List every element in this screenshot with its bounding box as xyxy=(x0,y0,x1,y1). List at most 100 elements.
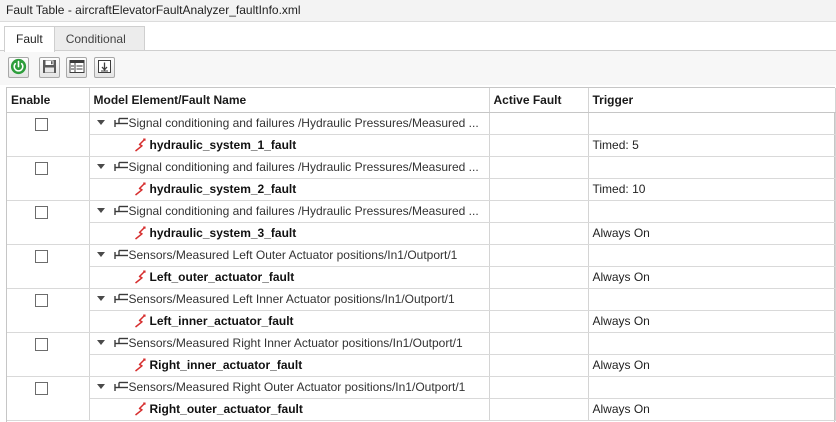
fault-row[interactable]: Right_inner_actuator_fault Always On xyxy=(7,354,836,377)
signal-port-icon xyxy=(113,293,129,305)
enable-checkbox[interactable] xyxy=(35,338,48,352)
fault-name-cell: hydraulic_system_2_fault xyxy=(89,178,490,201)
model-element-cell: Sensors/Measured Right Inner Actuator po… xyxy=(89,332,490,355)
tab-conditional[interactable]: Conditional xyxy=(53,26,145,51)
fault-bolt-icon xyxy=(134,358,147,372)
enable-cell-blank xyxy=(7,310,90,333)
active-fault-cell[interactable] xyxy=(489,354,589,377)
model-element-cell: Sensors/Measured Right Outer Actuator po… xyxy=(89,376,490,399)
model-element-row[interactable]: Signal conditioning and failures /Hydrau… xyxy=(7,112,836,135)
fault-bolt-icon xyxy=(134,226,147,240)
enable-cell xyxy=(7,200,90,222)
trigger-cell[interactable]: Timed: 10 xyxy=(588,178,836,201)
trigger-cell[interactable]: Timed: 5 xyxy=(588,134,836,157)
fault-bolt-icon xyxy=(134,270,147,284)
toolbar xyxy=(0,50,836,85)
fault-bolt-icon xyxy=(134,138,147,152)
import-button[interactable] xyxy=(94,57,115,78)
table-view-button[interactable] xyxy=(66,57,87,78)
enable-checkbox[interactable] xyxy=(35,118,48,132)
active-fault-cell[interactable] xyxy=(489,222,589,245)
model-element-row[interactable]: Sensors/Measured Right Outer Actuator po… xyxy=(7,376,836,399)
column-header-trigger[interactable]: Trigger xyxy=(588,88,836,113)
expand-collapse-icon[interactable] xyxy=(97,119,106,128)
enable-checkbox[interactable] xyxy=(35,250,48,264)
trigger-cell xyxy=(588,288,836,311)
trigger-cell xyxy=(588,332,836,355)
model-element-row[interactable]: Sensors/Measured Right Inner Actuator po… xyxy=(7,332,836,355)
expand-collapse-icon[interactable] xyxy=(97,163,106,172)
table-header-row: Enable Model Element/Fault Name Active F… xyxy=(7,88,836,113)
model-element-path: Signal conditioning and failures /Hydrau… xyxy=(128,116,479,130)
enable-cell-blank xyxy=(7,398,90,421)
active-fault-cell[interactable] xyxy=(489,178,589,201)
fault-name-cell: Right_inner_actuator_fault xyxy=(89,354,490,377)
signal-port-icon xyxy=(113,381,129,393)
signal-port-icon xyxy=(113,161,129,173)
model-element-row[interactable]: Signal conditioning and failures /Hydrau… xyxy=(7,200,836,223)
model-element-path: Sensors/Measured Right Outer Actuator po… xyxy=(128,380,466,394)
trigger-cell[interactable]: Always On xyxy=(588,222,836,245)
enable-checkbox[interactable] xyxy=(35,294,48,308)
fault-name-cell: Left_outer_actuator_fault xyxy=(89,266,490,289)
model-element-row[interactable]: Sensors/Measured Left Inner Actuator pos… xyxy=(7,288,836,311)
trigger-cell[interactable]: Always On xyxy=(588,310,836,333)
enable-cell xyxy=(7,376,90,398)
enable-faults-button[interactable] xyxy=(8,57,29,78)
trigger-cell xyxy=(588,376,836,399)
fault-name[interactable]: Right_inner_actuator_fault xyxy=(150,358,303,372)
model-element-row[interactable]: Sensors/Measured Left Outer Actuator pos… xyxy=(7,244,836,267)
fault-name[interactable]: Left_inner_actuator_fault xyxy=(150,314,294,328)
fault-row[interactable]: hydraulic_system_1_fault Timed: 5 xyxy=(7,134,836,157)
enable-checkbox[interactable] xyxy=(35,206,48,220)
fault-name-cell: Right_outer_actuator_fault xyxy=(89,398,490,421)
model-element-cell: Signal conditioning and failures /Hydrau… xyxy=(89,200,490,223)
column-header-enable[interactable]: Enable xyxy=(7,88,90,113)
fault-row[interactable]: hydraulic_system_3_fault Always On xyxy=(7,222,836,245)
enable-cell xyxy=(7,332,90,354)
tab-fault[interactable]: Fault xyxy=(4,26,55,52)
active-fault-cell[interactable] xyxy=(489,398,589,421)
expand-collapse-icon[interactable] xyxy=(97,383,106,392)
model-element-row[interactable]: Signal conditioning and failures /Hydrau… xyxy=(7,156,836,179)
fault-row[interactable]: Right_outer_actuator_fault Always On xyxy=(7,398,836,421)
trigger-cell xyxy=(588,200,836,223)
expand-collapse-icon[interactable] xyxy=(97,251,106,260)
enable-checkbox[interactable] xyxy=(35,162,48,176)
fault-name[interactable]: hydraulic_system_1_fault xyxy=(150,138,297,152)
trigger-cell[interactable]: Always On xyxy=(588,354,836,377)
fault-row[interactable]: hydraulic_system_2_fault Timed: 10 xyxy=(7,178,836,201)
model-element-path: Sensors/Measured Left Outer Actuator pos… xyxy=(128,248,458,262)
enable-cell-blank xyxy=(7,266,90,289)
model-element-cell: Sensors/Measured Left Inner Actuator pos… xyxy=(89,288,490,311)
trigger-cell xyxy=(588,244,836,267)
model-element-cell: Sensors/Measured Left Outer Actuator pos… xyxy=(89,244,490,267)
fault-bolt-icon xyxy=(134,314,147,328)
trigger-cell[interactable]: Always On xyxy=(588,266,836,289)
column-header-name[interactable]: Model Element/Fault Name xyxy=(89,88,490,113)
fault-table: Enable Model Element/Fault Name Active F… xyxy=(6,87,836,422)
fault-name[interactable]: Left_outer_actuator_fault xyxy=(150,270,295,284)
expand-collapse-icon[interactable] xyxy=(97,295,106,304)
save-button[interactable] xyxy=(39,57,60,78)
expand-collapse-icon[interactable] xyxy=(97,207,106,216)
power-icon xyxy=(10,58,27,78)
fault-name-cell: Left_inner_actuator_fault xyxy=(89,310,490,333)
active-fault-cell[interactable] xyxy=(489,134,589,157)
model-element-cell: Signal conditioning and failures /Hydrau… xyxy=(89,112,490,135)
enable-cell xyxy=(7,112,90,134)
fault-row[interactable]: Left_outer_actuator_fault Always On xyxy=(7,266,836,289)
expand-collapse-icon[interactable] xyxy=(97,339,106,348)
trigger-cell[interactable]: Always On xyxy=(588,398,836,421)
enable-checkbox[interactable] xyxy=(35,382,48,396)
column-header-active-fault[interactable]: Active Fault xyxy=(489,88,589,113)
signal-port-icon xyxy=(113,249,129,261)
active-fault-cell[interactable] xyxy=(489,310,589,333)
fault-name[interactable]: hydraulic_system_3_fault xyxy=(150,226,297,240)
fault-row[interactable]: Left_inner_actuator_fault Always On xyxy=(7,310,836,333)
active-fault-cell[interactable] xyxy=(489,266,589,289)
active-fault-cell xyxy=(489,244,589,267)
model-element-path: Sensors/Measured Left Inner Actuator pos… xyxy=(128,292,455,306)
fault-name[interactable]: hydraulic_system_2_fault xyxy=(150,182,297,196)
fault-name[interactable]: Right_outer_actuator_fault xyxy=(150,402,303,416)
